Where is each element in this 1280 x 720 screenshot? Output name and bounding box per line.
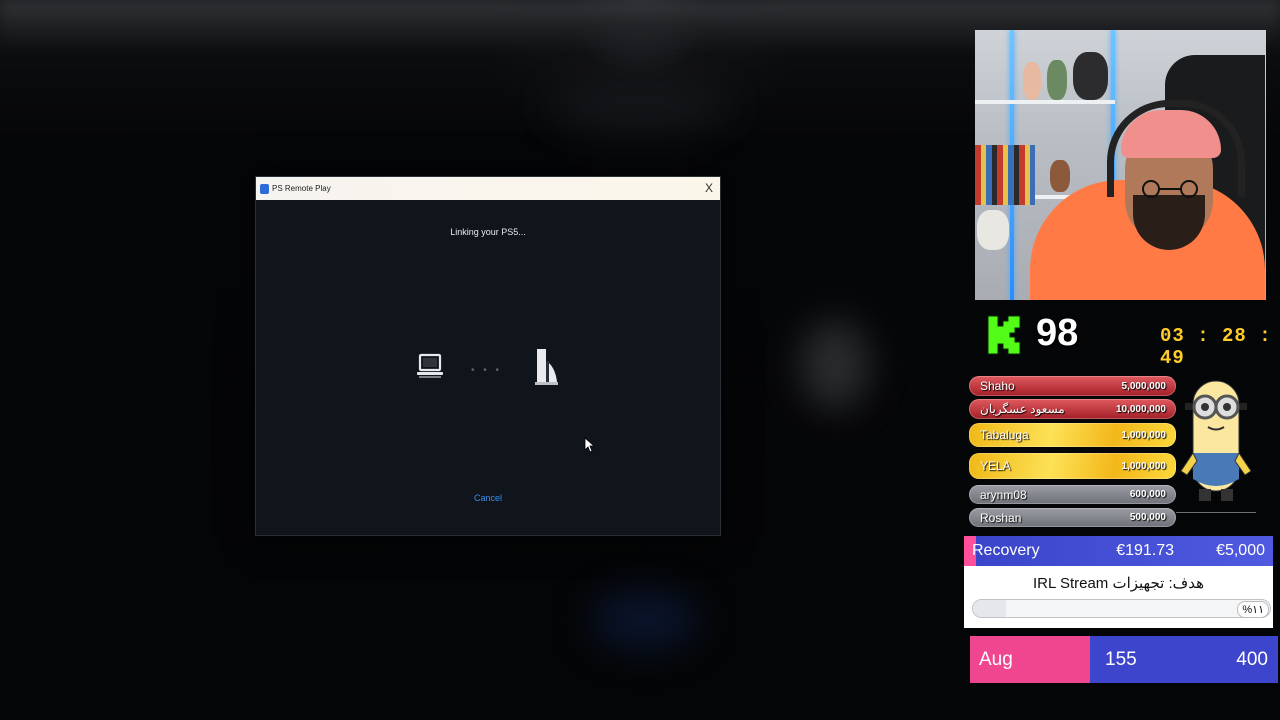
donor-name: Shaho [980,379,1015,393]
donor-name: Tabaluga [980,428,1029,442]
donor-amount: 5,000,000 [1121,380,1167,392]
window-title: PS Remote Play [272,184,331,193]
viewer-count: 98 [1036,312,1079,354]
aug-label-box: Aug [970,636,1090,683]
donor-name: YELA [980,459,1011,473]
donor-amount: 1,000,000 [1121,460,1167,472]
connecting-dots: • • • [471,365,503,376]
aug-goal-bar: Aug 155 400 [970,636,1278,683]
window-titlebar[interactable]: PS Remote Play X [256,177,720,200]
donor-row: Tabaluga 1,000,000 [969,423,1176,447]
aug-label: Aug [979,648,1013,670]
recovery-current: €191.73 [1116,542,1175,559]
figurine [1047,60,1067,100]
ps5-console-icon [534,347,560,392]
donor-name: Roshan [980,510,1022,525]
donor-row: Roshan 500,000 [969,508,1176,527]
recovery-label: Recovery [972,542,1040,559]
book-shelf [975,145,1035,205]
minion-mascot-icon [1175,375,1257,510]
donor-row: مسعود عسگریان 10,000,000 [969,399,1176,419]
linking-status-text: Linking your PS5... [450,227,526,237]
cancel-button[interactable]: Cancel [256,493,720,503]
irl-progress-track [972,599,1271,618]
aug-values-box: 155 400 [1090,636,1278,683]
donor-amount: 10,000,000 [1115,403,1166,415]
stream-timer: 03 : 28 : 49 [1160,325,1272,369]
irl-goal-title: هدف: تجهیزات IRL Stream [1032,575,1204,592]
recovery-goal-bar: Recovery €191.73 €5,000 [964,536,1273,566]
webcam-feed [975,30,1266,300]
donor-amount: 600,000 [1129,489,1166,500]
figurine [977,210,1009,250]
divider [1176,512,1256,513]
donor-row: Shaho 5,000,000 [969,376,1176,396]
shelf [975,100,1115,104]
device-link-graphic: • • • [256,349,720,391]
irl-goal-panel: هدف: تجهیزات IRL Stream %۱۱ [964,566,1273,628]
blurred-shape [590,590,700,650]
figurine [1073,52,1108,100]
irl-percent-badge: %۱۱ [1237,601,1269,618]
figurine [1050,160,1070,192]
laptop-icon [416,351,444,386]
donor-row: arynm08 600,000 [969,485,1176,504]
donor-name: مسعود عسگریان [980,402,1065,416]
irl-progress-fill [973,600,1006,617]
donor-name: arynm08 [980,487,1027,502]
glasses [1142,180,1198,198]
ps-remote-play-window: PS Remote Play X Linking your PS5... • •… [255,176,721,536]
close-button[interactable]: X [701,179,717,197]
donor-row: YELA 1,000,000 [969,453,1176,479]
recovery-target: €5,000 [1216,542,1265,559]
ps-remote-play-app-icon [260,183,269,194]
donor-amount: 1,000,000 [1121,429,1167,441]
mouse-cursor-icon [584,437,596,458]
blurred-shape [800,320,870,410]
figurine [1023,62,1041,100]
blurred-shape [550,85,730,125]
aug-target: 400 [1236,648,1268,670]
aug-current: 155 [1105,648,1137,670]
kick-logo-icon [986,314,1022,361]
donor-amount: 500,000 [1129,512,1166,523]
